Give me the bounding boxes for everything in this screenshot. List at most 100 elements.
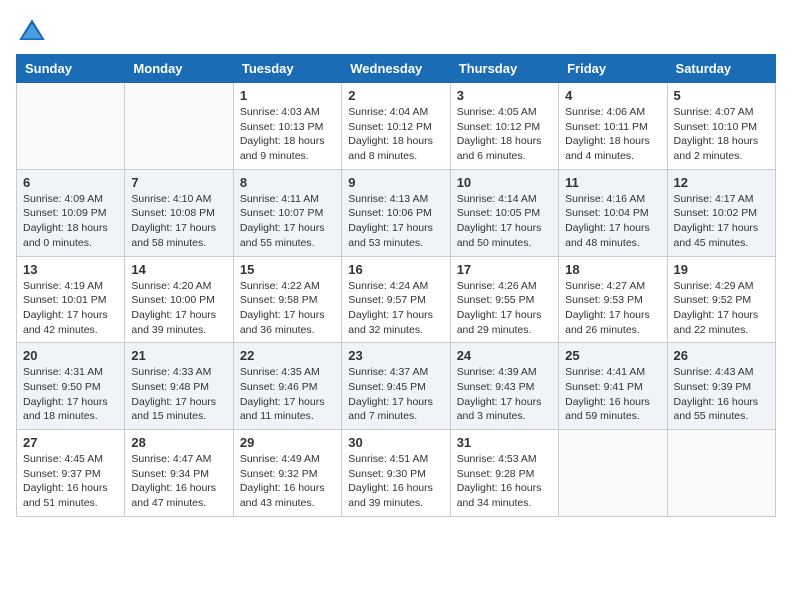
day-number: 21 xyxy=(131,348,226,363)
calendar-table: SundayMondayTuesdayWednesdayThursdayFrid… xyxy=(16,54,776,517)
day-info: Sunrise: 4:24 AM Sunset: 9:57 PM Dayligh… xyxy=(348,279,443,338)
day-number: 3 xyxy=(457,88,552,103)
calendar-cell: 1 Sunrise: 4:03 AM Sunset: 10:13 PM Dayli… xyxy=(233,83,341,170)
day-number: 8 xyxy=(240,175,335,190)
logo xyxy=(16,16,52,48)
day-number: 11 xyxy=(565,175,660,190)
calendar-cell: 22 Sunrise: 4:35 AM Sunset: 9:46 PM Dayli… xyxy=(233,343,341,430)
calendar-cell: 11 Sunrise: 4:16 AM Sunset: 10:04 PM Dayl… xyxy=(559,169,667,256)
calendar-week-row: 13 Sunrise: 4:19 AM Sunset: 10:01 PM Dayl… xyxy=(17,256,776,343)
day-info: Sunrise: 4:22 AM Sunset: 9:58 PM Dayligh… xyxy=(240,279,335,338)
day-info: Sunrise: 4:41 AM Sunset: 9:41 PM Dayligh… xyxy=(565,365,660,424)
calendar-cell: 18 Sunrise: 4:27 AM Sunset: 9:53 PM Dayli… xyxy=(559,256,667,343)
day-number: 29 xyxy=(240,435,335,450)
day-info: Sunrise: 4:13 AM Sunset: 10:06 PM Daylig… xyxy=(348,192,443,251)
calendar-cell: 26 Sunrise: 4:43 AM Sunset: 9:39 PM Dayli… xyxy=(667,343,775,430)
day-number: 25 xyxy=(565,348,660,363)
calendar-cell: 29 Sunrise: 4:49 AM Sunset: 9:32 PM Dayli… xyxy=(233,430,341,517)
day-number: 17 xyxy=(457,262,552,277)
day-number: 9 xyxy=(348,175,443,190)
day-number: 27 xyxy=(23,435,118,450)
day-number: 22 xyxy=(240,348,335,363)
calendar-cell: 5Sunrise: 4:07 AM Sunset: 10:10 PM Dayli… xyxy=(667,83,775,170)
calendar-cell: 15 Sunrise: 4:22 AM Sunset: 9:58 PM Dayli… xyxy=(233,256,341,343)
day-info: Sunrise: 4:47 AM Sunset: 9:34 PM Dayligh… xyxy=(131,452,226,511)
day-info: Sunrise: 4:03 AM Sunset: 10:13 PM Daylig… xyxy=(240,105,335,164)
day-number: 7 xyxy=(131,175,226,190)
weekday-header-row: SundayMondayTuesdayWednesdayThursdayFrid… xyxy=(17,55,776,83)
calendar-cell: 6 Sunrise: 4:09 AM Sunset: 10:09 PM Dayli… xyxy=(17,169,125,256)
day-info: Sunrise: 4:49 AM Sunset: 9:32 PM Dayligh… xyxy=(240,452,335,511)
weekday-header-tuesday: Tuesday xyxy=(233,55,341,83)
day-number: 30 xyxy=(348,435,443,450)
day-info: Sunrise: 4:10 AM Sunset: 10:08 PM Daylig… xyxy=(131,192,226,251)
weekday-header-wednesday: Wednesday xyxy=(342,55,450,83)
day-number: 24 xyxy=(457,348,552,363)
day-info: Sunrise: 4:17 AM Sunset: 10:02 PM Daylig… xyxy=(674,192,769,251)
calendar-cell: 12Sunrise: 4:17 AM Sunset: 10:02 PM Dayl… xyxy=(667,169,775,256)
day-number: 18 xyxy=(565,262,660,277)
day-info: Sunrise: 4:43 AM Sunset: 9:39 PM Dayligh… xyxy=(674,365,769,424)
day-info: Sunrise: 4:16 AM Sunset: 10:04 PM Daylig… xyxy=(565,192,660,251)
calendar-cell: 24 Sunrise: 4:39 AM Sunset: 9:43 PM Dayli… xyxy=(450,343,558,430)
calendar-cell: 23Sunrise: 4:37 AM Sunset: 9:45 PM Dayli… xyxy=(342,343,450,430)
weekday-header-sunday: Sunday xyxy=(17,55,125,83)
day-info: Sunrise: 4:35 AM Sunset: 9:46 PM Dayligh… xyxy=(240,365,335,424)
calendar-cell xyxy=(559,430,667,517)
day-number: 19 xyxy=(674,262,769,277)
day-number: 10 xyxy=(457,175,552,190)
day-number: 15 xyxy=(240,262,335,277)
calendar-week-row: 27 Sunrise: 4:45 AM Sunset: 9:37 PM Dayli… xyxy=(17,430,776,517)
day-number: 26 xyxy=(674,348,769,363)
day-info: Sunrise: 4:29 AM Sunset: 9:52 PM Dayligh… xyxy=(674,279,769,338)
day-number: 4 xyxy=(565,88,660,103)
calendar-cell: 27 Sunrise: 4:45 AM Sunset: 9:37 PM Dayli… xyxy=(17,430,125,517)
calendar-cell: 3 Sunrise: 4:05 AM Sunset: 10:12 PM Dayli… xyxy=(450,83,558,170)
day-number: 6 xyxy=(23,175,118,190)
day-info: Sunrise: 4:45 AM Sunset: 9:37 PM Dayligh… xyxy=(23,452,118,511)
day-number: 1 xyxy=(240,88,335,103)
calendar-cell: 17 Sunrise: 4:26 AM Sunset: 9:55 PM Dayli… xyxy=(450,256,558,343)
day-info: Sunrise: 4:06 AM Sunset: 10:11 PM Daylig… xyxy=(565,105,660,164)
calendar-cell xyxy=(17,83,125,170)
calendar-cell: 9 Sunrise: 4:13 AM Sunset: 10:06 PM Dayli… xyxy=(342,169,450,256)
day-info: Sunrise: 4:27 AM Sunset: 9:53 PM Dayligh… xyxy=(565,279,660,338)
day-number: 13 xyxy=(23,262,118,277)
calendar-cell: 4 Sunrise: 4:06 AM Sunset: 10:11 PM Dayli… xyxy=(559,83,667,170)
calendar-cell: 30Sunrise: 4:51 AM Sunset: 9:30 PM Dayli… xyxy=(342,430,450,517)
day-info: Sunrise: 4:20 AM Sunset: 10:00 PM Daylig… xyxy=(131,279,226,338)
calendar-week-row: 20 Sunrise: 4:31 AM Sunset: 9:50 PM Dayli… xyxy=(17,343,776,430)
calendar-week-row: 6 Sunrise: 4:09 AM Sunset: 10:09 PM Dayli… xyxy=(17,169,776,256)
day-info: Sunrise: 4:37 AM Sunset: 9:45 PM Dayligh… xyxy=(348,365,443,424)
day-number: 31 xyxy=(457,435,552,450)
day-info: Sunrise: 4:26 AM Sunset: 9:55 PM Dayligh… xyxy=(457,279,552,338)
day-info: Sunrise: 4:31 AM Sunset: 9:50 PM Dayligh… xyxy=(23,365,118,424)
day-number: 28 xyxy=(131,435,226,450)
weekday-header-thursday: Thursday xyxy=(450,55,558,83)
day-info: Sunrise: 4:09 AM Sunset: 10:09 PM Daylig… xyxy=(23,192,118,251)
calendar-cell: 28 Sunrise: 4:47 AM Sunset: 9:34 PM Dayli… xyxy=(125,430,233,517)
day-info: Sunrise: 4:07 AM Sunset: 10:10 PM Daylig… xyxy=(674,105,769,164)
day-info: Sunrise: 4:05 AM Sunset: 10:12 PM Daylig… xyxy=(457,105,552,164)
calendar-cell: 19 Sunrise: 4:29 AM Sunset: 9:52 PM Dayli… xyxy=(667,256,775,343)
day-number: 16 xyxy=(348,262,443,277)
day-info: Sunrise: 4:14 AM Sunset: 10:05 PM Daylig… xyxy=(457,192,552,251)
calendar-cell xyxy=(125,83,233,170)
calendar-cell: 14 Sunrise: 4:20 AM Sunset: 10:00 PM Dayl… xyxy=(125,256,233,343)
calendar-cell: 21 Sunrise: 4:33 AM Sunset: 9:48 PM Dayli… xyxy=(125,343,233,430)
day-info: Sunrise: 4:19 AM Sunset: 10:01 PM Daylig… xyxy=(23,279,118,338)
calendar-cell: 31Sunrise: 4:53 AM Sunset: 9:28 PM Dayli… xyxy=(450,430,558,517)
weekday-header-friday: Friday xyxy=(559,55,667,83)
day-number: 14 xyxy=(131,262,226,277)
day-number: 20 xyxy=(23,348,118,363)
logo-icon xyxy=(16,16,48,48)
calendar-cell: 13 Sunrise: 4:19 AM Sunset: 10:01 PM Dayl… xyxy=(17,256,125,343)
calendar-cell xyxy=(667,430,775,517)
day-info: Sunrise: 4:33 AM Sunset: 9:48 PM Dayligh… xyxy=(131,365,226,424)
weekday-header-monday: Monday xyxy=(125,55,233,83)
day-info: Sunrise: 4:11 AM Sunset: 10:07 PM Daylig… xyxy=(240,192,335,251)
day-info: Sunrise: 4:39 AM Sunset: 9:43 PM Dayligh… xyxy=(457,365,552,424)
day-info: Sunrise: 4:04 AM Sunset: 10:12 PM Daylig… xyxy=(348,105,443,164)
calendar-cell: 16 Sunrise: 4:24 AM Sunset: 9:57 PM Dayli… xyxy=(342,256,450,343)
calendar-cell: 2Sunrise: 4:04 AM Sunset: 10:12 PM Dayli… xyxy=(342,83,450,170)
